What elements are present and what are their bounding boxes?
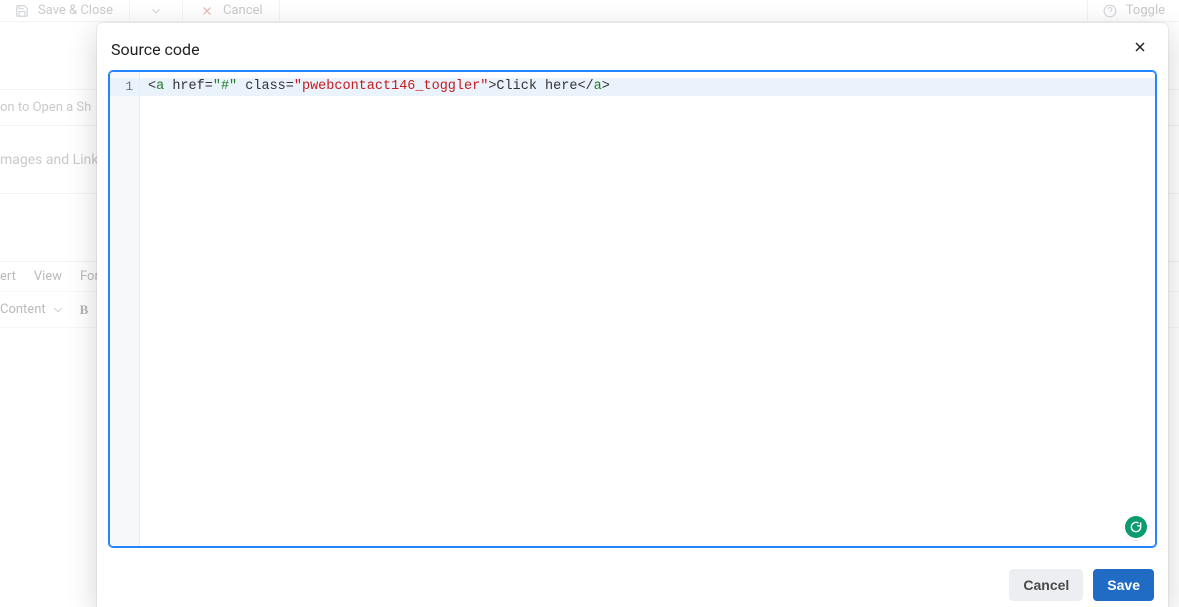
code-token: < [148,79,156,94]
line-number-gutter: 1 [110,72,140,546]
grammarly-icon[interactable] [1125,516,1147,538]
close-icon [1132,39,1148,60]
code-token: Click here [496,79,577,94]
close-modal-button[interactable] [1128,37,1152,61]
modal-footer: Cancel Save [97,559,1168,607]
modal-title: Source code [111,40,200,59]
code-token: href= [172,79,213,94]
code-token: a [594,79,602,94]
code-token: > [602,79,610,94]
cancel-button[interactable]: Cancel [1009,569,1083,601]
code-token: class= [245,79,294,94]
modal-header: Source code [97,23,1168,71]
code-token: "pwebcontact146_toggler" [294,79,488,94]
source-code-modal: Source code 1 <a href="#" class="pwebcon… [97,23,1168,607]
code-textarea[interactable]: <a href="#" class="pwebcontact146_toggle… [140,72,1155,546]
line-number: 1 [110,78,139,96]
code-token: "#" [213,79,237,94]
code-editor[interactable]: 1 <a href="#" class="pwebcontact146_togg… [109,71,1156,547]
code-token: a [156,79,164,94]
code-token: </ [577,79,593,94]
save-button[interactable]: Save [1093,569,1154,601]
